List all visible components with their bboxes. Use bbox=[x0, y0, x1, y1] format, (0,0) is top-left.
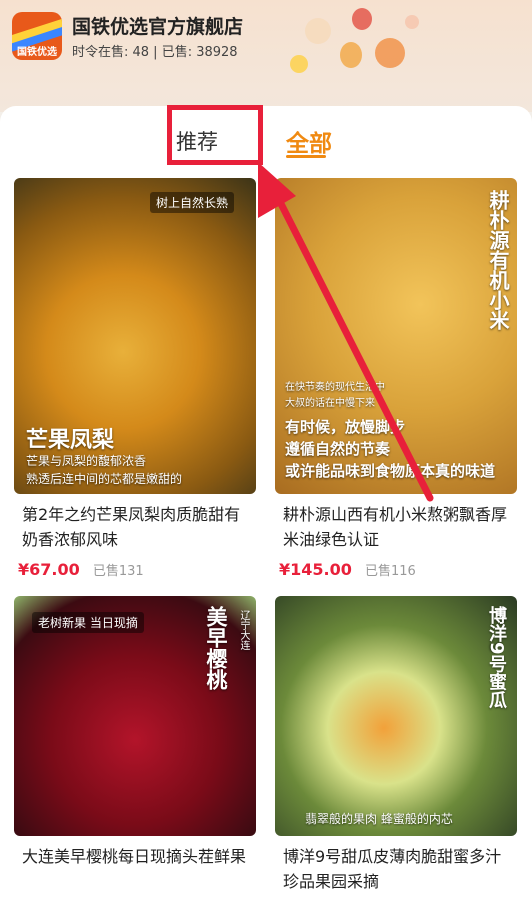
overlay-title: 耕朴源有机小米 bbox=[486, 190, 510, 330]
product-card[interactable]: 博洋9号蜜瓜 翡翠般的果肉 蜂蜜般的内芯 博洋9号甜瓜皮薄肉脆甜蜜多汁珍品果园采… bbox=[275, 596, 517, 894]
price-row: ¥145.00 已售116 bbox=[275, 560, 517, 582]
logo-text: 国铁优选 bbox=[17, 47, 57, 58]
sold-count: 已售116 bbox=[364, 564, 416, 579]
product-card[interactable]: 老树新果 当日现摘 美早樱桃 辽宁大连 大连美早樱桃每日现摘头茬鲜果 bbox=[14, 596, 256, 869]
fruit-decoration bbox=[375, 38, 405, 68]
sold-count: 已售131 bbox=[92, 564, 144, 579]
overlay-sub: 辽宁大连 bbox=[238, 610, 249, 650]
product-price: ¥67.00 bbox=[18, 560, 80, 579]
overlay-sub: 在快节奏的现代生活中 bbox=[285, 382, 385, 393]
overlay-sub: 芒果与凤梨的馥郁浓香 bbox=[26, 454, 147, 468]
overlay-sub: 翡翠般的果肉 蜂蜜般的内芯 bbox=[305, 812, 453, 826]
overlay-line: 遵循自然的节奏 bbox=[285, 440, 391, 458]
overlay-line: 或许能品味到食物原本真的味道 bbox=[285, 462, 496, 480]
product-title[interactable]: 耕朴源山西有机小米熬粥飘香厚米油绿色认证 bbox=[275, 502, 517, 552]
product-tag: 树上自然长熟 bbox=[150, 192, 235, 213]
product-image[interactable]: 树上自然长熟 芒果凤梨 芒果与凤梨的馥郁浓香 熟透后连中间的芯都是嫩甜的 bbox=[14, 178, 256, 494]
overlay-line: 有时候，放慢脚步 bbox=[285, 418, 406, 436]
product-title[interactable]: 大连美早樱桃每日现摘头茬鲜果 bbox=[14, 844, 256, 869]
product-title[interactable]: 博洋9号甜瓜皮薄肉脆甜蜜多汁珍品果园采摘 bbox=[275, 844, 517, 894]
product-title[interactable]: 第2年之约芒果凤梨肉质脆甜有奶香浓郁风味 bbox=[14, 502, 256, 552]
store-name[interactable]: 国铁优选官方旗舰店 bbox=[72, 12, 243, 39]
product-price: ¥145.00 bbox=[279, 560, 352, 579]
product-card[interactable]: 树上自然长熟 芒果凤梨 芒果与凤梨的馥郁浓香 熟透后连中间的芯都是嫩甜的 第2年… bbox=[14, 178, 256, 582]
overlay-title: 芒果凤梨 bbox=[26, 428, 115, 453]
tab-active-indicator bbox=[286, 155, 326, 158]
price-row: ¥67.00 已售131 bbox=[14, 560, 256, 582]
overlay-title: 博洋9号蜜瓜 bbox=[486, 606, 507, 709]
store-header: 国铁优选 国铁优选官方旗舰店 时令在售: 48 | 已售: 38928 bbox=[0, 0, 532, 112]
fruit-decoration bbox=[305, 18, 331, 44]
overlay-sub: 大叔的话在中慢下来 bbox=[285, 398, 375, 409]
tab-all[interactable]: 全部 bbox=[286, 124, 332, 158]
product-image[interactable]: 博洋9号蜜瓜 翡翠般的果肉 蜂蜜般的内芯 bbox=[275, 596, 517, 836]
product-image[interactable]: 耕朴源有机小米 在快节奏的现代生活中 大叔的话在中慢下来 有时候，放慢脚步 遵循… bbox=[275, 178, 517, 494]
fruit-decoration bbox=[405, 15, 419, 29]
fruit-decoration bbox=[352, 8, 372, 30]
product-card[interactable]: 耕朴源有机小米 在快节奏的现代生活中 大叔的话在中慢下来 有时候，放慢脚步 遵循… bbox=[275, 178, 517, 582]
highlight-box bbox=[167, 105, 263, 165]
overlay-sub: 熟透后连中间的芯都是嫩甜的 bbox=[26, 472, 183, 486]
product-image[interactable]: 老树新果 当日现摘 美早樱桃 辽宁大连 bbox=[14, 596, 256, 836]
store-logo[interactable]: 国铁优选 bbox=[12, 12, 62, 60]
product-panel: 推荐 全部 树上自然长熟 芒果凤梨 芒果与凤梨的馥郁浓香 熟透后连中间的芯都是嫩… bbox=[0, 105, 532, 905]
fruit-decoration bbox=[340, 42, 362, 68]
fruit-decoration bbox=[290, 55, 308, 73]
overlay-title: 美早樱桃 bbox=[204, 606, 228, 690]
product-tag: 老树新果 当日现摘 bbox=[32, 612, 144, 633]
store-stats: 时令在售: 48 | 已售: 38928 bbox=[72, 45, 238, 60]
